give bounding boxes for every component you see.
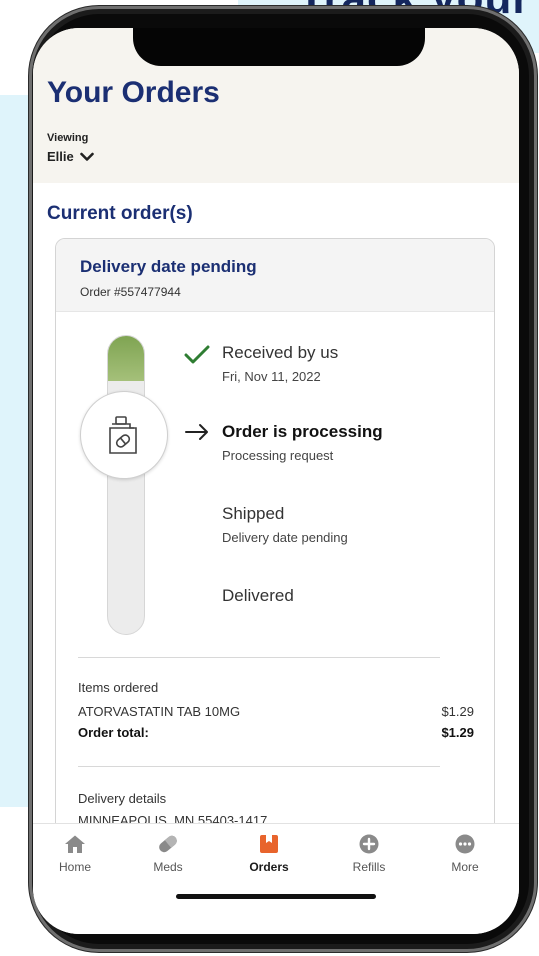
step-delivered-label: Delivered (222, 586, 294, 605)
tab-orders[interactable]: Orders (229, 834, 309, 874)
home-indicator[interactable] (176, 894, 376, 899)
pill-icon (159, 835, 177, 853)
order-total-value: $1.29 (441, 725, 474, 740)
order-total-label: Order total: (78, 725, 149, 740)
step-processing-sub: Processing request (222, 448, 334, 463)
tab-meds[interactable]: Meds (128, 834, 208, 874)
order-card-header: Delivery date pending Order #557477944 (56, 239, 494, 312)
tab-label: Refills (352, 860, 386, 874)
chevron-down-icon (79, 152, 94, 161)
arrow-right-icon (185, 424, 208, 440)
tab-label: More (451, 860, 479, 874)
step-shipped-sub: Delivery date pending (222, 530, 348, 545)
tab-label: Orders (249, 860, 289, 874)
more-dots-icon (455, 834, 475, 854)
viewing-name: Ellie (47, 149, 74, 164)
check-icon (184, 345, 210, 364)
section-title: Current order(s) (47, 203, 193, 224)
item-price: $1.29 (441, 704, 474, 719)
app-screen: Your Orders Viewing Ellie Current order(… (33, 28, 519, 934)
tab-more[interactable]: More (425, 834, 505, 874)
items-ordered-label: Items ordered (78, 680, 159, 695)
order-status-title: Delivery date pending (80, 257, 257, 276)
bottom-tab-bar: Home Meds Orders Refills More (33, 823, 519, 934)
step-received-date: Fri, Nov 11, 2022 (222, 369, 321, 384)
tab-refills[interactable]: Refills (329, 834, 409, 874)
step-processing-label: Order is processing (222, 422, 383, 441)
tab-label: Home (58, 860, 91, 874)
stage: Track your ord Your Orders Viewing Ellie… (0, 0, 539, 956)
viewing-selector[interactable]: Ellie (47, 149, 94, 164)
tab-home[interactable]: Home (35, 834, 115, 874)
progress-fill (108, 336, 144, 381)
order-number: Order #557477944 (80, 285, 181, 299)
home-icon (65, 835, 85, 853)
step-received-label: Received by us (222, 343, 339, 362)
orders-icon (260, 835, 278, 853)
order-card[interactable]: Delivery date pending Order #557477944 R… (55, 238, 495, 878)
delivery-details-label: Delivery details (78, 791, 167, 806)
refill-plus-icon (359, 834, 379, 854)
progress-track (107, 335, 145, 635)
tab-label: Meds (153, 860, 183, 874)
progress-knob (80, 391, 168, 479)
step-shipped-label: Shipped (222, 504, 285, 523)
page-title: Your Orders (47, 76, 220, 109)
phone-notch (133, 28, 425, 66)
item-name: ATORVASTATIN TAB 10MG (78, 704, 241, 719)
prescription-bottle-icon (109, 416, 137, 454)
divider (78, 766, 440, 767)
viewing-label: Viewing (47, 132, 89, 144)
divider (78, 657, 440, 658)
